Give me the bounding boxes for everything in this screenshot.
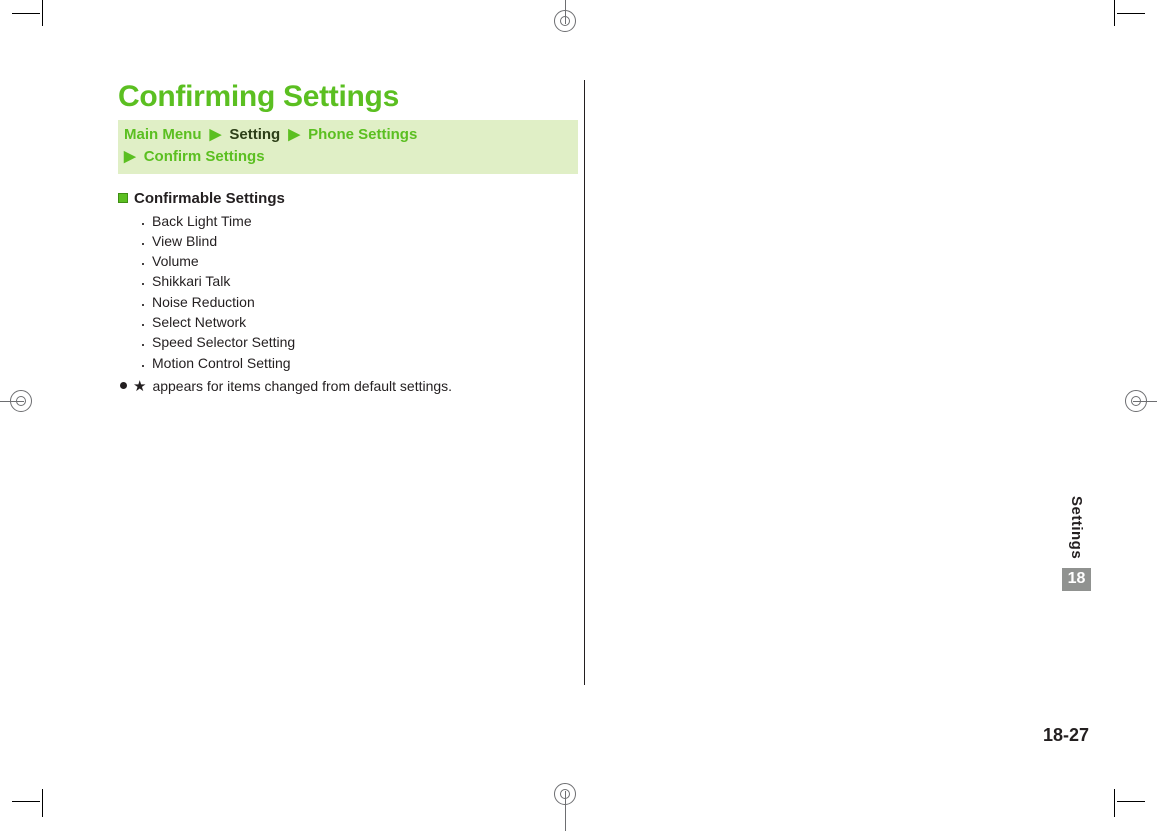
chevron-right-icon: ▶ <box>288 124 300 146</box>
chevron-right-icon: ▶ <box>210 124 222 146</box>
note: ★ appears for items changed from default… <box>118 377 578 395</box>
sidebar-section-label: Settings <box>1062 492 1091 563</box>
list-item: Back Light Time <box>118 211 578 231</box>
list-item: Motion Control Setting <box>118 353 578 373</box>
list-item: Speed Selector Setting <box>118 332 578 352</box>
list-item: Noise Reduction <box>118 292 578 312</box>
square-bullet-icon <box>118 193 128 203</box>
column-divider <box>584 80 585 685</box>
note-text: appears for items changed from default s… <box>152 378 452 394</box>
list-item: Shikkari Talk <box>118 271 578 291</box>
sidebar-tab: Settings 18 <box>1062 492 1091 591</box>
page-content: Confirming Settings Main Menu ▶ Setting … <box>118 80 578 395</box>
page-number: 18-27 <box>1043 725 1089 746</box>
sidebar-chapter-number: 18 <box>1062 568 1091 591</box>
breadcrumb-item-setting: Setting <box>229 126 280 143</box>
page-title: Confirming Settings <box>118 80 578 114</box>
section-heading: Confirmable Settings <box>118 190 578 207</box>
chevron-right-icon: ▶ <box>124 146 136 168</box>
star-icon: ★ <box>133 377 146 395</box>
list-item: View Blind <box>118 231 578 251</box>
list-item: Volume <box>118 251 578 271</box>
breadcrumb-item-confirm-settings: Confirm Settings <box>144 148 265 165</box>
list-item: Select Network <box>118 312 578 332</box>
breadcrumb: Main Menu ▶ Setting ▶ Phone Settings ▶ C… <box>118 120 578 174</box>
breadcrumb-item-main-menu: Main Menu <box>124 126 202 143</box>
section-heading-label: Confirmable Settings <box>134 190 285 207</box>
breadcrumb-item-phone-settings: Phone Settings <box>308 126 417 143</box>
bullet-icon <box>120 382 127 389</box>
settings-list: Back Light Time View Blind Volume Shikka… <box>118 211 578 373</box>
